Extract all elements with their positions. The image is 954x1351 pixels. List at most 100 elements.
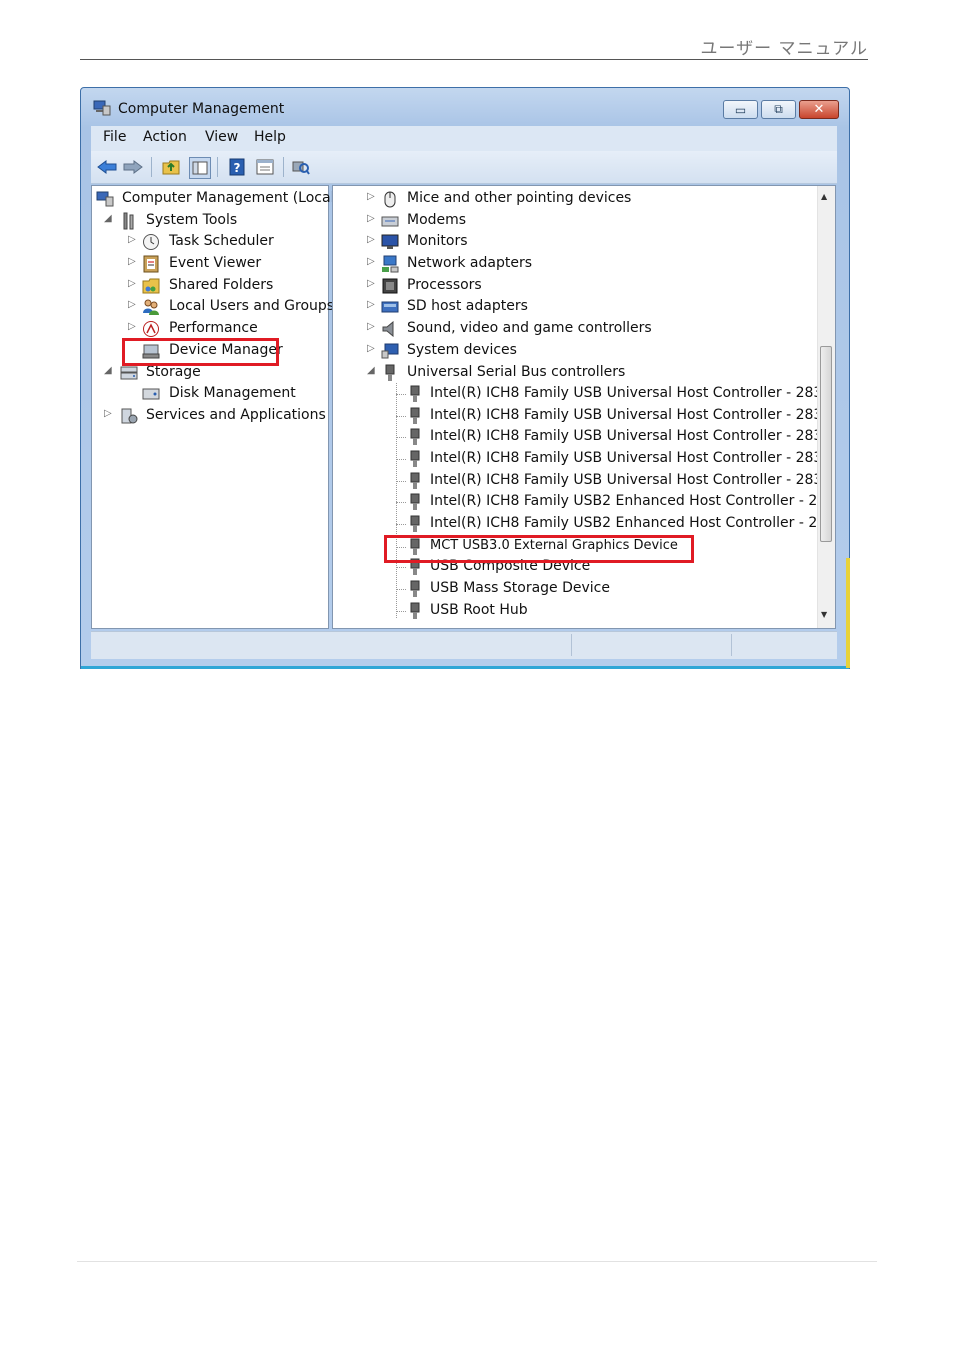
usb-device-icon xyxy=(406,385,424,403)
device-category-label: Sound, video and game controllers xyxy=(407,320,652,336)
tree-connector xyxy=(396,481,406,482)
back-icon[interactable] xyxy=(97,157,117,177)
navigation-tree-pane: Computer Management (Local) ◢ System Too… xyxy=(91,185,340,629)
status-divider xyxy=(731,634,732,656)
tree-node-label: Performance xyxy=(169,320,258,336)
menu-action[interactable]: Action xyxy=(143,129,187,145)
usb-device-label: Intel(R) ICH8 Family USB2 Enhanced Host … xyxy=(430,515,836,531)
vertical-scrollbar[interactable]: ▲ ▼ xyxy=(817,186,835,628)
usb-device-icon xyxy=(406,472,424,490)
event-viewer-icon xyxy=(142,255,160,273)
properties-icon[interactable] xyxy=(255,157,275,177)
expand-arrow-icon[interactable]: ▷ xyxy=(367,234,377,245)
close-icon: ✕ xyxy=(813,102,825,117)
collapse-arrow-icon[interactable]: ◢ xyxy=(104,365,114,376)
expand-arrow-icon[interactable]: ▷ xyxy=(128,234,138,245)
usb-device-label: Intel(R) ICH8 Family USB Universal Host … xyxy=(430,385,832,401)
status-divider xyxy=(571,634,572,656)
collapse-arrow-icon[interactable]: ◢ xyxy=(367,365,377,376)
monitor-icon xyxy=(381,233,399,251)
help-icon[interactable]: ? xyxy=(227,157,247,177)
services-icon xyxy=(120,407,138,425)
usb-device-icon xyxy=(406,580,424,598)
tree-connector xyxy=(396,416,406,417)
expand-arrow-icon[interactable]: ▷ xyxy=(367,256,377,267)
usb-device-icon xyxy=(406,493,424,511)
toolbar-separator xyxy=(151,157,152,177)
expand-arrow-icon[interactable]: ▷ xyxy=(128,299,138,310)
system-devices-icon xyxy=(381,342,399,360)
toolbar-separator xyxy=(217,157,218,177)
sd-adapter-icon xyxy=(381,298,399,316)
caption-buttons: ▭ ⧉ ✕ xyxy=(723,100,839,119)
collapse-arrow-icon[interactable]: ◢ xyxy=(104,213,114,224)
expand-arrow-icon[interactable]: ▷ xyxy=(367,343,377,354)
title-bar[interactable]: Computer Management ▭ ⧉ ✕ xyxy=(81,88,849,125)
tree-connector-line xyxy=(396,383,397,618)
maximize-button[interactable]: ⧉ xyxy=(761,100,796,119)
menu-view[interactable]: View xyxy=(205,129,238,145)
usb-device-label: Intel(R) ICH8 Family USB Universal Host … xyxy=(430,450,832,466)
tree-node-label: Task Scheduler xyxy=(169,233,274,249)
expand-arrow-icon[interactable]: ▷ xyxy=(367,299,377,310)
highlight-mct-graphics-device xyxy=(384,535,694,563)
expand-arrow-icon[interactable]: ▷ xyxy=(128,256,138,267)
minimize-button[interactable]: ▭ xyxy=(723,100,758,119)
show-hide-tree-icon[interactable] xyxy=(189,157,211,179)
toolbar: ? xyxy=(91,151,837,184)
tree-connector xyxy=(396,567,406,568)
usb-icon xyxy=(381,364,399,382)
tree-connector xyxy=(396,437,406,438)
network-adapter-icon xyxy=(381,255,399,273)
tree-node-label: Services and Applications xyxy=(146,407,326,423)
status-bar xyxy=(91,631,837,659)
tree-node-label: Disk Management xyxy=(169,385,296,401)
tree-node-label: Shared Folders xyxy=(169,277,274,293)
usb-device-icon xyxy=(406,428,424,446)
usb-device-label: USB Root Hub xyxy=(430,602,528,618)
system-tools-icon xyxy=(120,212,138,230)
device-category-label: Processors xyxy=(407,277,482,293)
tree-connector xyxy=(396,394,406,395)
expand-arrow-icon[interactable]: ▷ xyxy=(128,278,138,289)
clock-icon xyxy=(142,233,160,251)
disk-icon xyxy=(142,385,160,403)
expand-arrow-icon[interactable]: ▷ xyxy=(367,191,377,202)
close-button[interactable]: ✕ xyxy=(799,100,839,119)
expand-arrow-icon[interactable]: ▷ xyxy=(128,321,138,332)
usb-device-label: Intel(R) ICH8 Family USB Universal Host … xyxy=(430,472,832,488)
tree-connector xyxy=(396,524,406,525)
performance-icon xyxy=(142,320,160,338)
scrollbar-thumb[interactable] xyxy=(820,346,832,542)
usb-device-label: Intel(R) ICH8 Family USB Universal Host … xyxy=(430,428,832,444)
expand-arrow-icon[interactable]: ▷ xyxy=(367,278,377,289)
expand-arrow-icon[interactable]: ▷ xyxy=(367,213,377,224)
tree-node-label: Storage xyxy=(146,364,201,380)
device-category-label: Mice and other pointing devices xyxy=(407,190,632,206)
highlight-device-manager xyxy=(122,338,279,366)
up-folder-icon[interactable] xyxy=(161,157,181,177)
device-category-label: System devices xyxy=(407,342,517,358)
menu-help[interactable]: Help xyxy=(254,129,286,145)
tree-connector xyxy=(396,589,406,590)
menu-file[interactable]: File xyxy=(103,129,126,145)
footer-rule xyxy=(77,1261,877,1262)
scroll-up-arrow-icon[interactable]: ▲ xyxy=(821,192,827,201)
tree-connector xyxy=(396,611,406,612)
tree-connector xyxy=(396,459,406,460)
scan-hardware-icon[interactable] xyxy=(291,157,311,177)
expand-arrow-icon[interactable]: ▷ xyxy=(104,408,114,419)
storage-icon xyxy=(120,364,138,382)
device-category-label: Modems xyxy=(407,212,467,228)
usb-device-icon xyxy=(406,450,424,468)
mouse-icon xyxy=(381,190,399,208)
usb-device-icon xyxy=(406,407,424,425)
expand-arrow-icon[interactable]: ▷ xyxy=(367,321,377,332)
document-header: ユーザー マニュアル xyxy=(700,39,868,59)
tree-connector xyxy=(396,502,406,503)
forward-icon[interactable] xyxy=(123,157,143,177)
computer-management-window: Computer Management ▭ ⧉ ✕ File Action Vi… xyxy=(80,87,850,669)
window-title: Computer Management xyxy=(118,101,285,117)
scroll-down-arrow-icon[interactable]: ▼ xyxy=(821,610,827,619)
tree-node-label: System Tools xyxy=(146,212,238,228)
